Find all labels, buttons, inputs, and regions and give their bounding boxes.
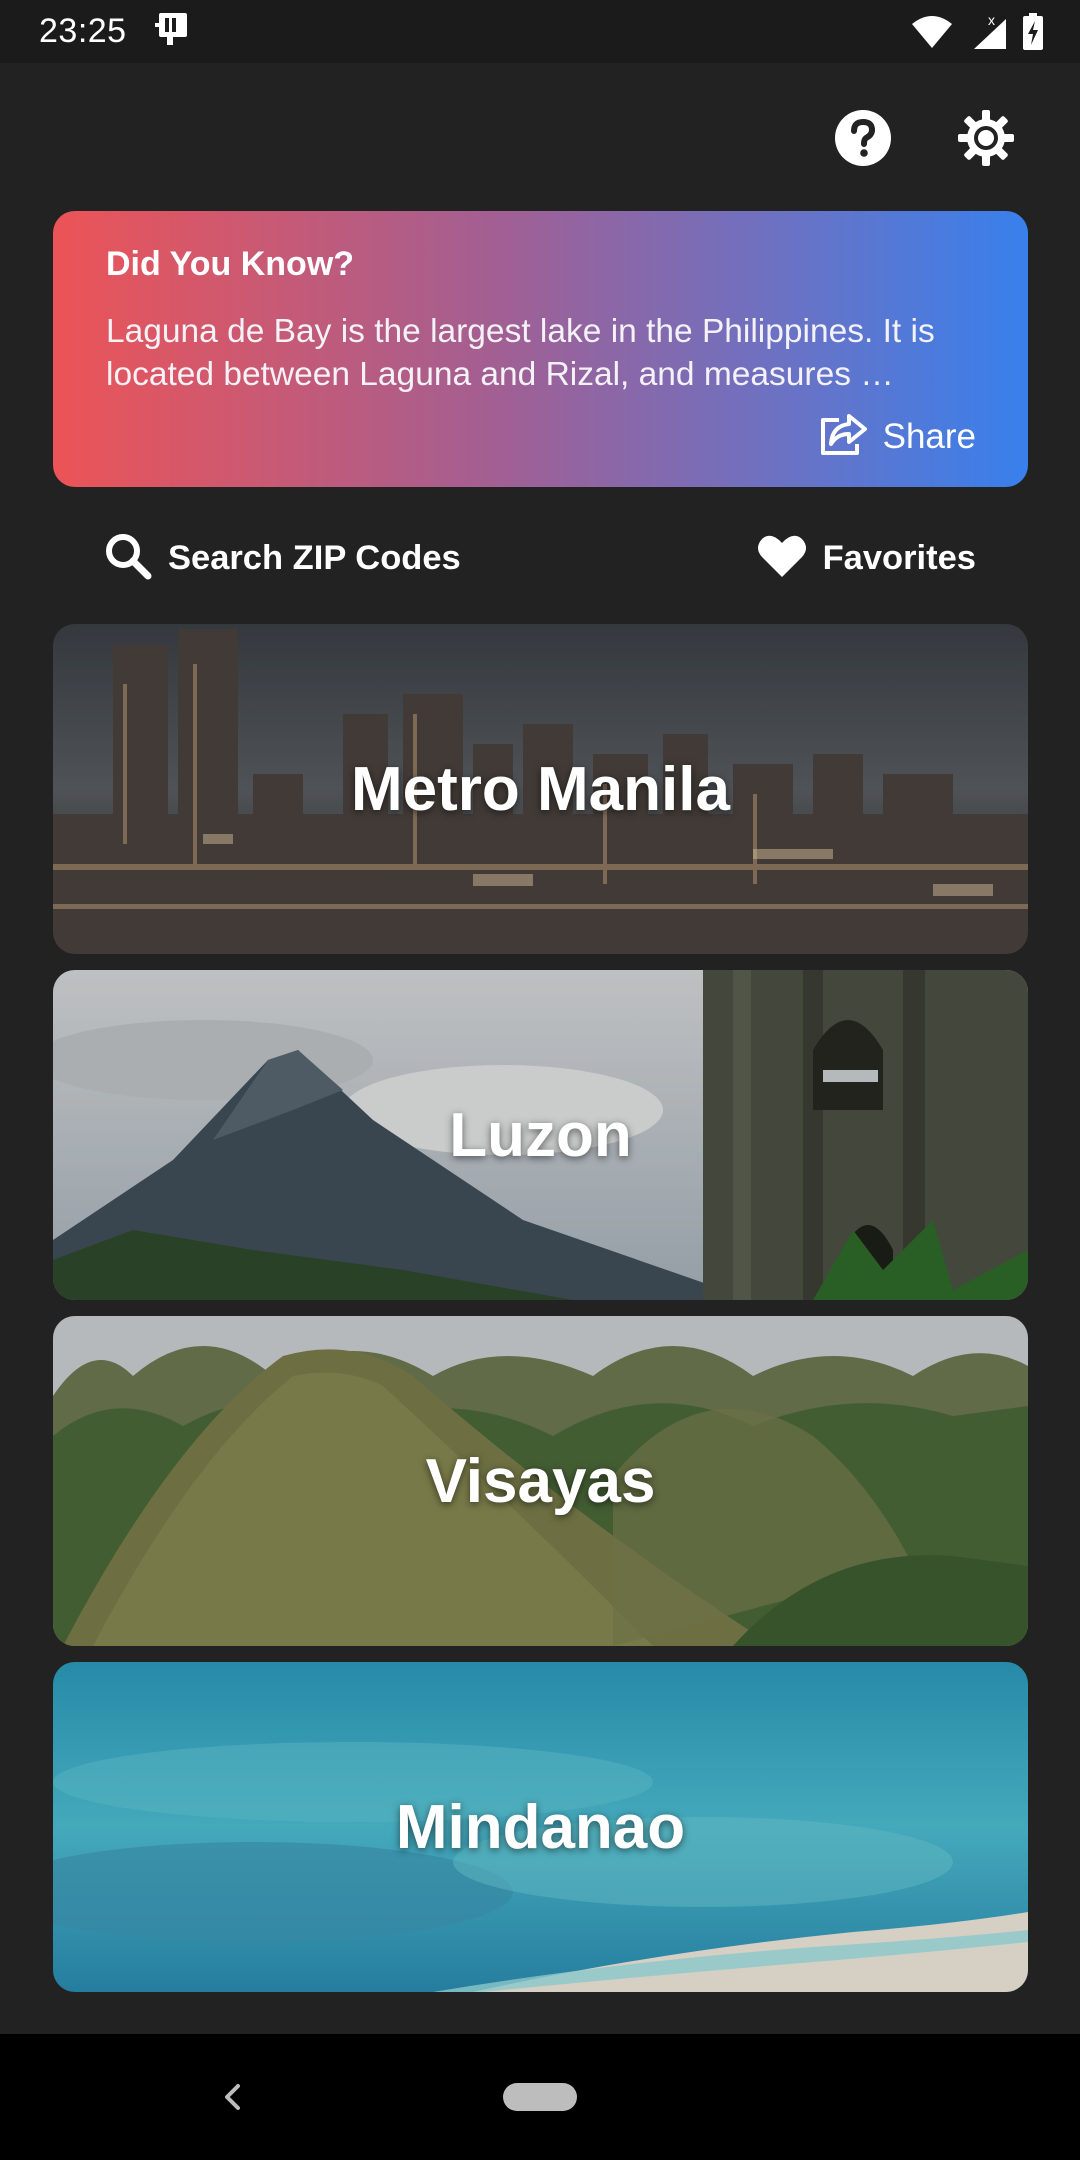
region-name: Metro Manila	[351, 754, 730, 824]
search-icon	[104, 532, 152, 585]
top-actions	[833, 108, 1016, 173]
chevron-left-icon	[214, 2084, 250, 2124]
help-circle-icon	[834, 109, 892, 172]
region-name: Visayas	[425, 1446, 656, 1516]
help-button[interactable]	[833, 109, 893, 172]
favorites-button[interactable]: Favorites	[757, 534, 976, 583]
battery-charging-icon	[1022, 12, 1044, 51]
region-card-visayas[interactable]: Visayas	[53, 1316, 1028, 1646]
status-time: 23:25	[39, 12, 127, 50]
share-icon	[819, 412, 869, 461]
fact-text: Laguna de Bay is the largest lake in the…	[106, 313, 935, 393]
svg-text:x: x	[988, 13, 995, 28]
wifi-icon	[910, 14, 954, 50]
region-card-metro-manila[interactable]: Metro Manila	[53, 624, 1028, 954]
share-button[interactable]: Share	[819, 412, 976, 461]
did-you-know-card[interactable]: Did You Know? Laguna de Bay is the large…	[53, 211, 1028, 487]
gear-icon	[956, 108, 1016, 173]
system-nav-bar	[0, 2034, 1080, 2160]
fact-title: Did You Know?	[106, 245, 355, 283]
status-bar: 23:25 x	[0, 0, 1080, 63]
favorites-label: Favorites	[822, 538, 976, 577]
share-label: Share	[882, 416, 976, 456]
quick-links: Search ZIP Codes Favorites	[104, 530, 976, 586]
search-zip-codes-label: Search ZIP Codes	[168, 538, 461, 577]
region-name: Mindanao	[395, 1792, 686, 1862]
region-card-luzon[interactable]: Luzon	[53, 970, 1028, 1300]
region-card-mindanao[interactable]: Mindanao	[53, 1662, 1028, 1992]
search-zip-codes-button[interactable]: Search ZIP Codes	[104, 532, 461, 585]
heart-icon	[757, 534, 807, 583]
back-button[interactable]	[214, 2074, 250, 2120]
settings-button[interactable]	[956, 108, 1016, 173]
sim-card-icon	[153, 11, 193, 52]
home-button[interactable]	[503, 2083, 577, 2111]
cell-signal-icon: x	[968, 13, 1008, 51]
region-name: Luzon	[449, 1100, 632, 1170]
